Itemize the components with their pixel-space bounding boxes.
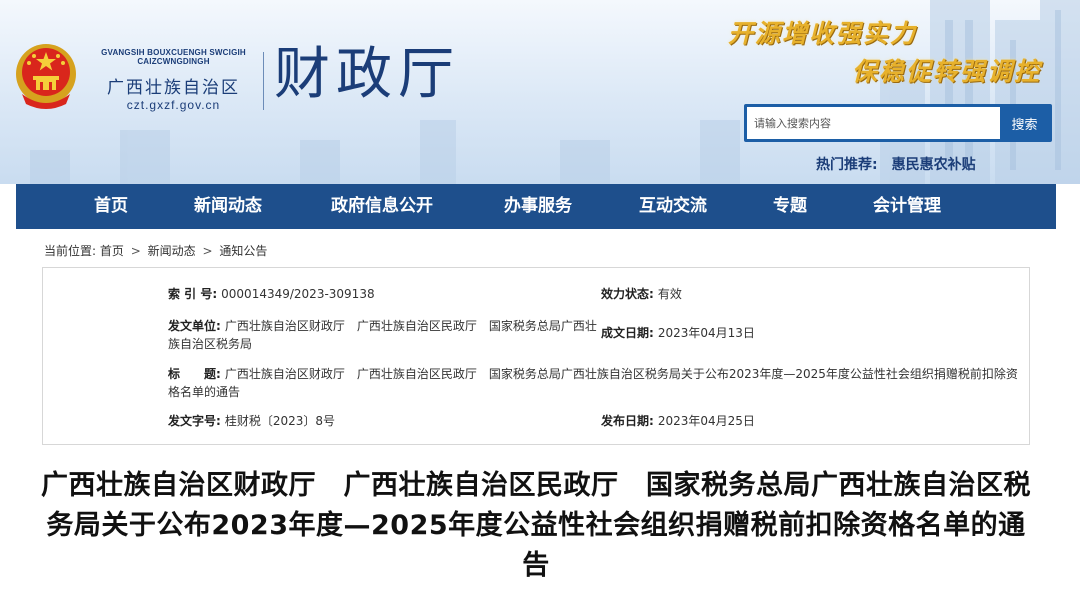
main-nav: 首页 新闻动态 政府信息公开 办事服务 互动交流 专题 会计管理 (16, 184, 1056, 229)
document-title-field: 标 题: 广西壮族自治区财政厅 广西壮族自治区民政厅 国家税务总局广西壮族自治区税… (168, 365, 1028, 401)
nav-item-interaction[interactable]: 互动交流 (623, 184, 723, 229)
breadcrumb: 当前位置: 首页 > 新闻动态 > 通知公告 (44, 242, 267, 259)
written-date-value: 2023年04月13日 (657, 326, 755, 340)
region-name: 广西壮族自治区 (107, 78, 240, 98)
validity-status-label: 效力状态: (601, 287, 654, 301)
hot-recommend-label: 热门推荐: (816, 157, 878, 173)
hot-recommend-link[interactable]: 惠民惠农补贴 (892, 157, 976, 173)
nav-item-topics[interactable]: 专题 (756, 184, 824, 229)
breadcrumb-notices[interactable]: 通知公告 (219, 244, 267, 258)
nav-item-news[interactable]: 新闻动态 (182, 184, 274, 229)
document-number-value: 桂财税〔2023〕8号 (224, 414, 335, 428)
document-number-field: 发文字号: 桂财税〔2023〕8号 (168, 412, 335, 430)
publish-date-label: 发布日期: (601, 414, 654, 428)
slogan-line-1: 开源增收强实力 (728, 19, 918, 48)
issuing-unit-label: 发文单位: (168, 319, 221, 333)
site-domain: czt.gxzf.gov.cn (126, 98, 221, 112)
document-title-value: 广西壮族自治区财政厅 广西壮族自治区民政厅 国家税务总局广西壮族自治区税务局关于… (168, 367, 1018, 399)
site-header: GVANGSIH BOUXCUENGH SWCIGIH CAIZCWNGDING… (0, 0, 1080, 184)
national-emblem-icon (16, 44, 76, 109)
header-divider (263, 52, 264, 110)
breadcrumb-prefix: 当前位置: (44, 244, 97, 258)
hot-recommend: 热门推荐: 惠民惠农补贴 (816, 154, 976, 174)
issuing-unit-field: 发文单位: 广西壮族自治区财政厅 广西壮族自治区民政厅 国家税务总局广西壮族自治区… (168, 317, 598, 353)
validity-status-field: 效力状态: 有效 (601, 285, 682, 303)
index-number-field: 索 引 号: 000014349/2023-309138 (168, 285, 375, 303)
breadcrumb-separator: > (202, 244, 213, 258)
publish-date-field: 发布日期: 2023年04月25日 (601, 412, 755, 430)
issuing-unit-value: 广西壮族自治区财政厅 广西壮族自治区民政厅 国家税务总局广西壮族自治区税务局 (168, 319, 597, 351)
slogan-line-2: 保稳促转强调控 (852, 57, 1042, 86)
breadcrumb-home[interactable]: 首页 (100, 244, 124, 258)
department-title: 财政厅 (274, 42, 460, 107)
written-date-label: 成文日期: (601, 326, 654, 340)
breadcrumb-news[interactable]: 新闻动态 (148, 244, 196, 258)
publish-date-value: 2023年04月25日 (657, 414, 755, 428)
site-roman-name: GVANGSIH BOUXCUENGH SWCIGIH CAIZCWNGDING… (101, 48, 246, 66)
document-number-label: 发文字号: (168, 414, 221, 428)
article-title: 广西壮族自治区财政厅 广西壮族自治区民政厅 国家税务总局广西壮族自治区税务局关于… (41, 470, 1031, 581)
nav-item-home[interactable]: 首页 (72, 184, 150, 229)
breadcrumb-separator: > (130, 244, 141, 258)
index-number-label: 索 引 号: (168, 287, 218, 301)
index-number-value: 000014349/2023-309138 (221, 287, 375, 301)
search-input[interactable] (747, 107, 1000, 139)
search-box: 搜索 (744, 104, 1052, 142)
nav-item-services[interactable]: 办事服务 (488, 184, 588, 229)
search-button[interactable]: 搜索 (1000, 107, 1049, 139)
document-info-box: 索 引 号: 000014349/2023-309138 效力状态: 有效 发文单位… (42, 267, 1030, 445)
nav-item-accounting[interactable]: 会计管理 (856, 184, 958, 229)
written-date-field: 成文日期: 2023年04月13日 (601, 324, 755, 342)
nav-item-gov-info[interactable]: 政府信息公开 (317, 184, 447, 229)
document-title-label: 标 题: (168, 367, 221, 381)
validity-status-value: 有效 (657, 287, 682, 301)
